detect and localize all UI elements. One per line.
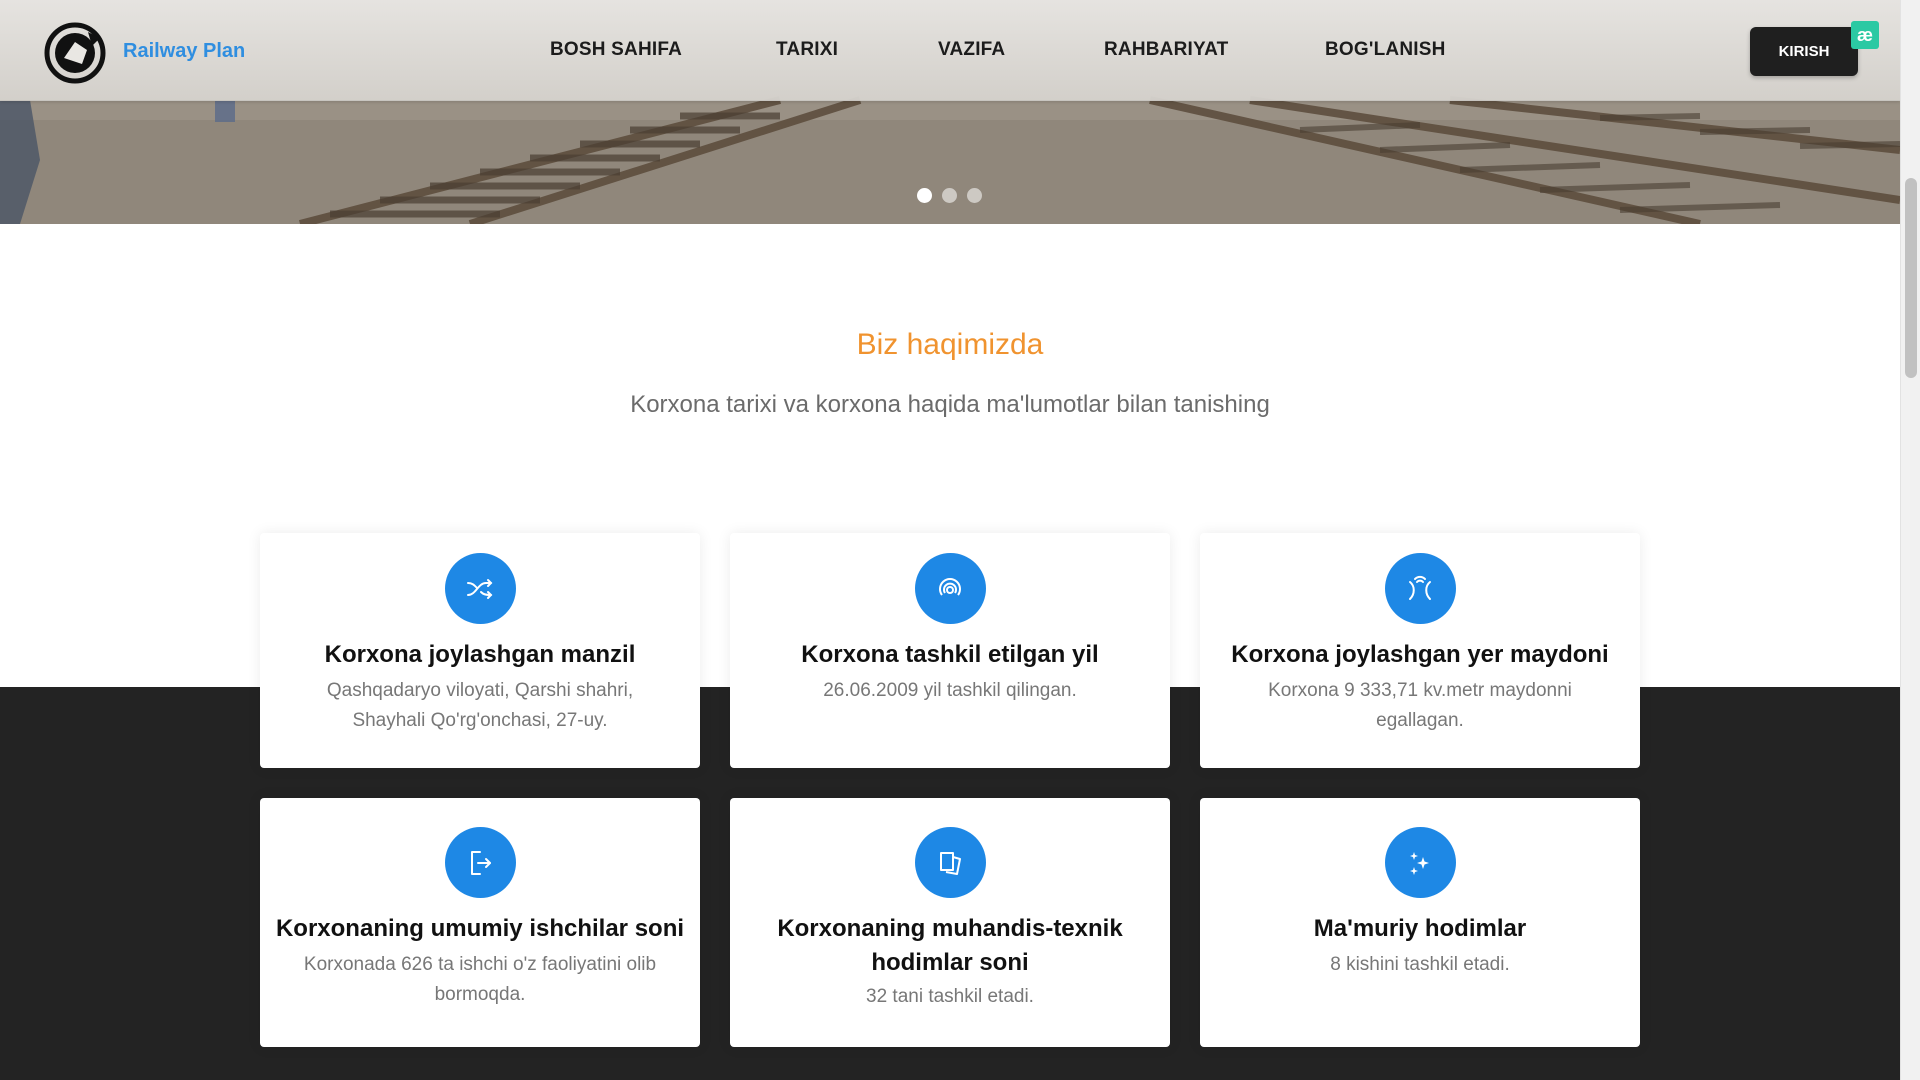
login-button[interactable]: KIRISH — [1750, 27, 1858, 76]
main-nav: BOSH SAHIFA TARIXI VAZIFA RAHBARIYAT BOG… — [0, 39, 1900, 63]
card-title: Korxonaning muhandis-texnik hodimlar son… — [777, 915, 1123, 976]
section-subtitle: Korxona tarixi va korxona haqida ma'lumo… — [630, 391, 1270, 418]
scrollbar-thumb[interactable] — [1905, 178, 1917, 378]
card-title: Korxona tashkil etilgan yil — [801, 641, 1099, 668]
card-title: Korxona joylashgan yer maydoni — [1231, 641, 1609, 668]
tablet-icon — [914, 827, 986, 898]
extension-badge-icon[interactable]: æ — [1851, 21, 1879, 49]
card-title: Korxona joylashgan manzil — [324, 641, 636, 668]
card-text: Qashqadaryo viloyati, Qarshi shahri, Sha… — [326, 680, 634, 731]
card-text: Korxona 9 333,71 kv.metr maydonni egalla… — [1268, 680, 1572, 731]
card-land-area: Korxona joylashgan yer maydoni Korxona 9… — [1200, 533, 1640, 768]
page-scrollbar[interactable] — [1900, 0, 1920, 1080]
card-engineering-staff: Korxonaning muhandis-texnik hodimlar son… — [730, 798, 1170, 1047]
card-admin-staff: Ma'muriy hodimlar 8 kishini tashkil etad… — [1200, 798, 1640, 1047]
target-icon — [914, 553, 986, 624]
nav-item-bosh-sahifa[interactable]: BOSH SAHIFA — [550, 39, 682, 61]
slider-dot-3[interactable] — [967, 188, 982, 203]
page: Railway Plan BOSH SAHIFA TARIXI VAZIFA R… — [0, 0, 1900, 1080]
slider-dot-1[interactable] — [917, 188, 932, 203]
exit-icon — [444, 827, 516, 898]
section-title: Biz haqimizda — [856, 328, 1044, 361]
nav-item-boglanish[interactable]: BOG'LANISH — [1325, 39, 1446, 61]
nav-item-vazifa[interactable]: VAZIFA — [938, 39, 1005, 61]
card-text: 8 kishini tashkil etadi. — [1330, 954, 1510, 975]
card-text: 26.06.2009 yil tashkil qilingan. — [823, 680, 1077, 701]
header: Railway Plan BOSH SAHIFA TARIXI VAZIFA R… — [0, 0, 1900, 101]
nav-item-tarixi[interactable]: TARIXI — [776, 39, 838, 61]
card-founded-year: Korxona tashkil etilgan yil 26.06.2009 y… — [730, 533, 1170, 768]
card-text: 32 tani tashkil etadi. — [866, 986, 1034, 1007]
nav-item-rahbariyat[interactable]: RAHBARIYAT — [1104, 39, 1228, 61]
card-title: Ma'muriy hodimlar — [1313, 915, 1527, 942]
card-address: Korxona joylashgan manzil Qashqadaryo vi… — [260, 533, 700, 768]
slider-dots — [917, 188, 982, 203]
area-icon — [1384, 553, 1456, 624]
card-total-workers: Korxonaning umumiy ishchilar soni Korxon… — [260, 798, 700, 1047]
slider-dot-2[interactable] — [942, 188, 957, 203]
card-title: Korxonaning umumiy ishchilar soni — [275, 915, 685, 942]
card-text: Korxonada 626 ta ishchi o'z faoliyatini … — [303, 954, 657, 1005]
shuffle-icon — [444, 553, 516, 624]
sparkles-icon — [1384, 827, 1456, 898]
